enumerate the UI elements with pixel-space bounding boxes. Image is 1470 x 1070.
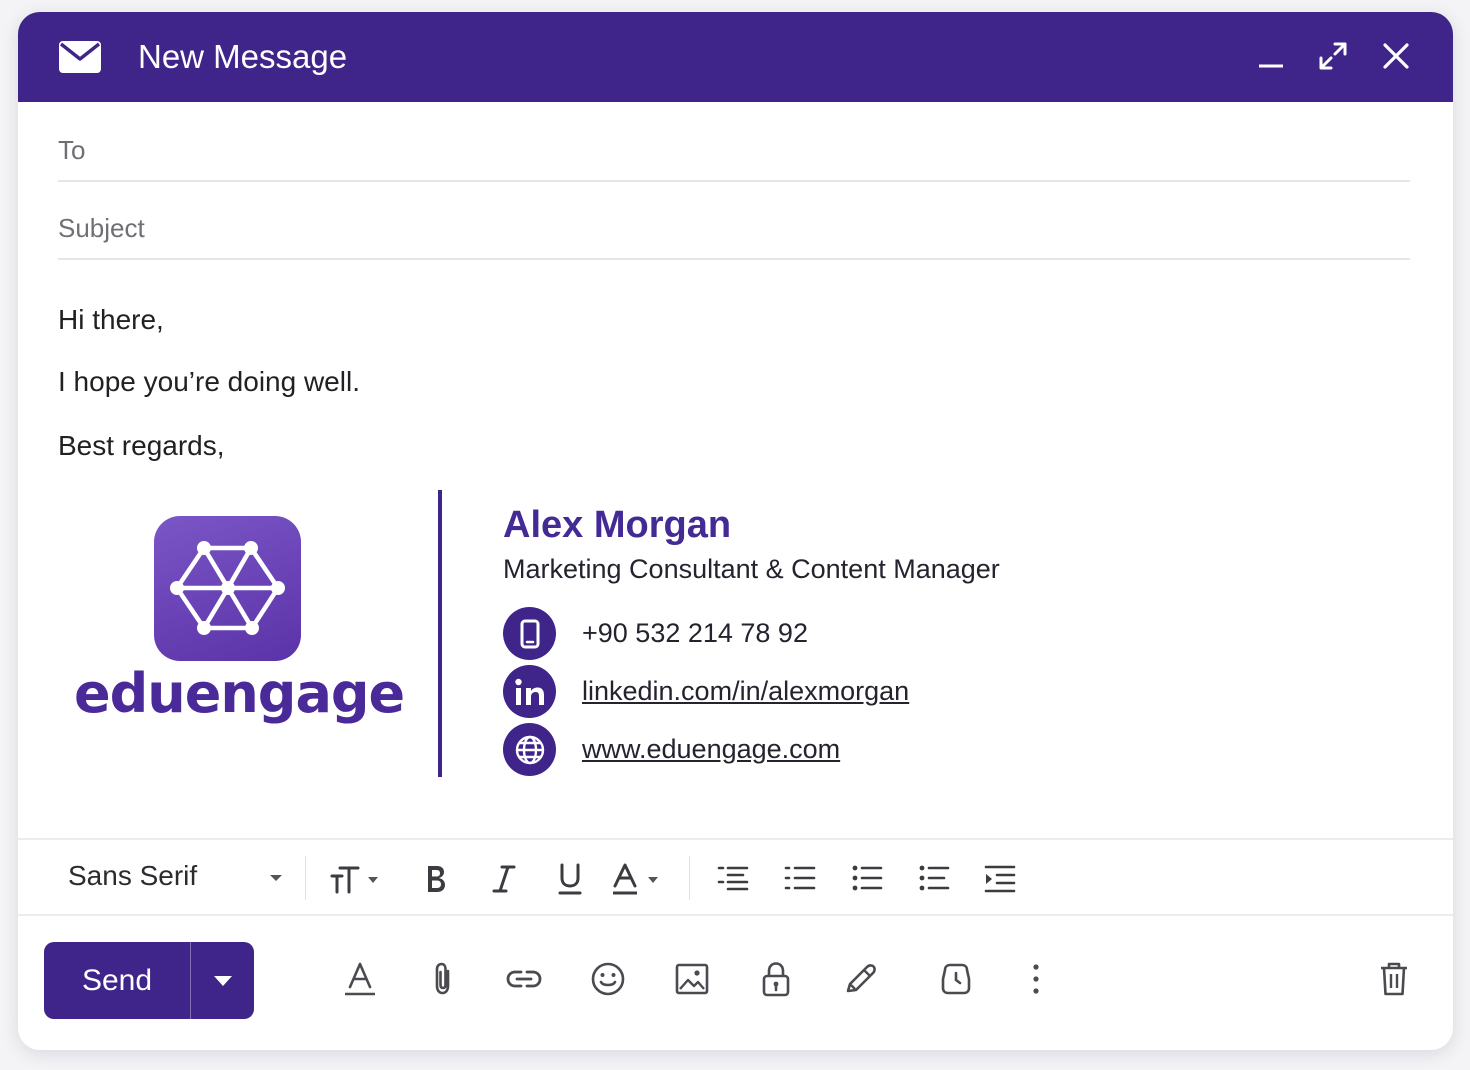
globe-icon[interactable] [503,723,556,776]
close-icon [1383,43,1409,69]
send-options-button[interactable] [191,942,254,1019]
attach-icon [435,962,450,995]
mail-icon [59,41,101,73]
bold-button[interactable] [418,858,454,900]
image-icon [675,963,709,995]
phone-icon [503,607,556,660]
body-line-message[interactable]: I hope you’re doing well. [58,364,360,400]
signature-linkedin-link[interactable]: linkedin.com/in/alexmorgan [582,674,909,708]
close-button[interactable] [1376,36,1416,76]
body-line-closing[interactable]: Best regards, [58,428,225,464]
schedule-icon [941,963,971,995]
trash-icon [1381,962,1407,996]
insert-signature-button[interactable] [838,957,882,1001]
schedule-send-button[interactable] [934,957,978,1001]
chevron-down-icon [213,975,232,986]
link-icon [506,970,542,988]
logo-wordmark: eduengage [74,662,405,725]
expand-button[interactable] [1313,36,1353,76]
formatting-options-button[interactable] [338,957,382,1001]
formatting-icon [345,962,375,996]
subject-input[interactable] [58,208,1410,248]
italic-button[interactable] [486,858,522,900]
compose-window: New Message Hi there, I hope you’re doin… [18,12,1453,1050]
signature-name: Alex Morgan [503,504,732,546]
expand-icon [1319,42,1347,70]
minimize-icon [1259,64,1283,68]
chevron-down-icon [270,875,282,881]
to-field-row [58,104,1410,182]
indent-less-icon [919,865,950,891]
to-input[interactable] [58,130,1410,170]
numbered-list-button[interactable] [782,858,818,900]
font-family-label: Sans Serif [68,860,198,891]
signature-phone: +90 532 214 78 92 [582,618,808,648]
lock-icon [762,962,790,997]
more-options-button[interactable] [1014,957,1058,1001]
send-button-group: Send [44,942,254,1019]
linkedin-icon[interactable] [503,665,556,718]
indent-more-button[interactable] [982,858,1018,900]
window-title: New Message [138,38,348,75]
indent-less-button[interactable] [916,858,952,900]
underline-icon [558,863,582,895]
insert-image-button[interactable] [670,957,714,1001]
underline-button[interactable] [552,858,588,900]
toolbar-divider [689,856,690,900]
title-bar: New Message [18,12,1453,102]
font-size-icon [330,866,378,894]
font-family-select[interactable]: Sans Serif [68,858,283,898]
more-options-icon [1033,964,1039,994]
toolbar-divider [305,856,306,900]
text-color-icon [613,863,658,895]
confidential-mode-button[interactable] [754,957,798,1001]
body-line-greeting[interactable]: Hi there, [58,302,164,338]
bulleted-list-button[interactable] [849,858,885,900]
text-color-button[interactable] [610,858,666,900]
emoji-icon [591,962,625,996]
subject-field-row [58,182,1410,260]
signature-pen-icon [846,964,876,993]
minimize-button[interactable] [1251,36,1291,76]
numbered-list-icon [784,866,816,890]
send-button[interactable]: Send [44,942,190,1019]
emoji-button[interactable] [586,957,630,1001]
bulleted-list-icon [852,865,883,891]
font-size-button[interactable] [328,858,384,900]
align-icon [717,866,749,891]
indent-more-icon [984,865,1016,893]
insert-link-button[interactable] [502,957,546,1001]
align-button[interactable] [715,858,751,900]
network-logo-icon [170,541,285,635]
formatting-toolbar: Sans Serif [18,838,1453,916]
logo-mark [154,516,301,661]
attach-button[interactable] [421,957,465,1001]
italic-icon [492,865,516,893]
signature-divider [438,490,442,777]
signature-role: Marketing Consultant & Content Manager [503,554,1000,584]
signature-website-link[interactable]: www.eduengage.com [582,732,840,766]
bold-icon [428,866,445,892]
discard-draft-button[interactable] [1372,957,1416,1001]
